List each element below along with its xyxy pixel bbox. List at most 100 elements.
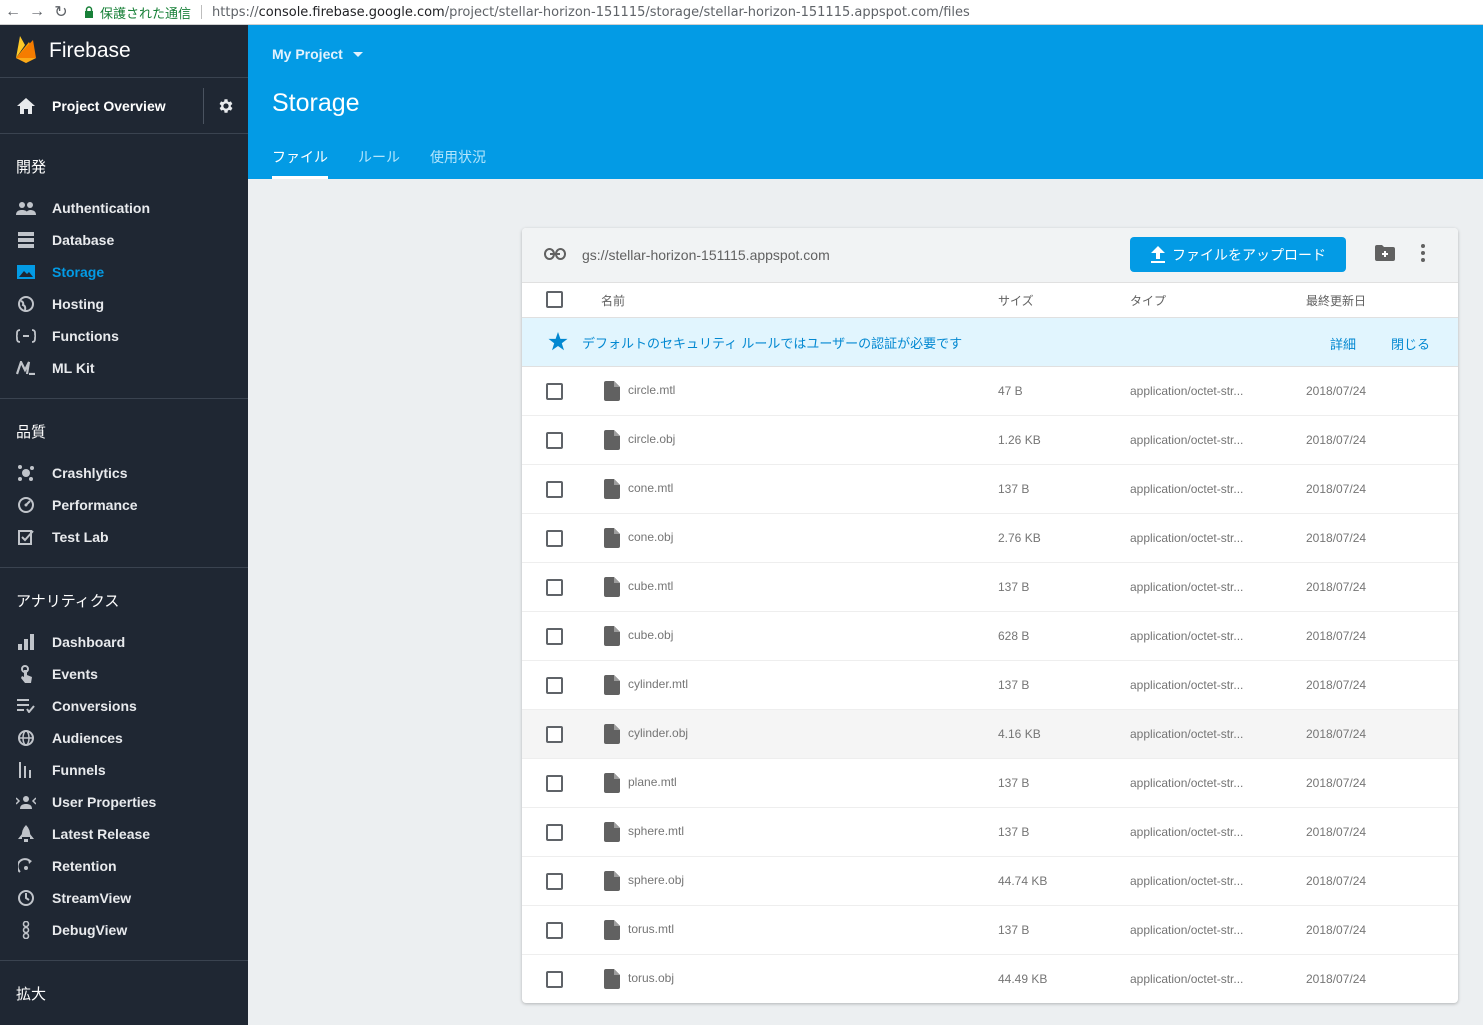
file-name[interactable]: circle.mtl [628,383,675,397]
tab-rules[interactable]: ルール [358,147,400,179]
file-size: 2.76 KB [998,531,1041,545]
file-name[interactable]: torus.obj [628,971,674,985]
file-name[interactable]: cube.mtl [628,579,673,593]
row-checkbox[interactable] [546,432,563,449]
file-name[interactable]: cone.obj [628,530,673,544]
debug-icon [0,921,52,939]
column-size[interactable]: サイズ [998,292,1034,309]
back-icon[interactable]: ← [2,1,24,23]
banner-details-link[interactable]: 詳細 [1330,334,1356,353]
row-checkbox[interactable] [546,383,563,400]
sidebar-item-user-properties[interactable]: User Properties [0,786,248,818]
sidebar-item-audiences[interactable]: Audiences [0,722,248,754]
row-checkbox[interactable] [546,726,563,743]
more-vert-icon[interactable] [1421,244,1425,267]
file-name[interactable]: sphere.mtl [628,824,684,838]
file-size: 4.16 KB [998,727,1041,741]
table-row[interactable]: cube.mtl 137 B application/octet-str... … [522,563,1458,612]
table-row[interactable]: circle.obj 1.26 KB application/octet-str… [522,416,1458,465]
row-checkbox[interactable] [546,775,563,792]
banner-close-link[interactable]: 閉じる [1391,334,1430,353]
row-checkbox[interactable] [546,922,563,939]
table-row[interactable]: circle.mtl 47 B application/octet-str...… [522,367,1458,416]
file-name[interactable]: cube.obj [628,628,673,642]
sidebar-item-conversions[interactable]: Conversions [0,690,248,722]
brand-name: Firebase [49,39,131,62]
table-row[interactable]: torus.obj 44.49 KB application/octet-str… [522,955,1458,1003]
row-checkbox[interactable] [546,579,563,596]
column-type[interactable]: タイプ [1130,292,1166,309]
column-name[interactable]: 名前 [601,292,625,309]
functions-icon [0,329,52,343]
file-icon [604,577,620,600]
file-date: 2018/07/24 [1306,923,1367,937]
file-name[interactable]: cylinder.obj [628,726,688,740]
sidebar-section-develop: 開発 Authentication Database Storage Hosti… [0,134,248,399]
user-props-icon [0,795,52,809]
table-row[interactable]: cone.mtl 137 B application/octet-str... … [522,465,1458,514]
row-checkbox[interactable] [546,873,563,890]
sidebar-item-funnels[interactable]: Funnels [0,754,248,786]
row-checkbox[interactable] [546,481,563,498]
table-row[interactable]: cylinder.obj 4.16 KB application/octet-s… [522,710,1458,759]
table-row[interactable]: cylinder.mtl 137 B application/octet-str… [522,661,1458,710]
sidebar-item-functions[interactable]: Functions [0,320,248,352]
firebase-brand[interactable]: Firebase [0,25,248,78]
sidebar-item-hosting[interactable]: Hosting [0,288,248,320]
sidebar-item-test-lab[interactable]: Test Lab [0,521,248,553]
tab-files[interactable]: ファイル [272,147,328,179]
crashlytics-icon [0,464,52,482]
sidebar-item-performance[interactable]: Performance [0,489,248,521]
storage-file-browser: gs://stellar-horizon-151115.appspot.com … [522,228,1458,1003]
table-row[interactable]: plane.mtl 137 B application/octet-str...… [522,759,1458,808]
sidebar-item-storage[interactable]: Storage [0,256,248,288]
row-checkbox[interactable] [546,530,563,547]
sidebar-item-latest-release[interactable]: Latest Release [0,818,248,850]
file-name[interactable]: circle.obj [628,432,675,446]
file-name[interactable]: sphere.obj [628,873,684,887]
sidebar-item-events[interactable]: Events [0,658,248,690]
reload-icon[interactable]: ↻ [50,1,72,23]
star-icon [548,332,568,356]
file-name[interactable]: cone.mtl [628,481,673,495]
gear-icon[interactable] [204,97,248,115]
banner-message: デフォルトのセキュリティ ルールではユーザーの認証が必要です [582,337,963,352]
table-row[interactable]: cone.obj 2.76 KB application/octet-str..… [522,514,1458,563]
file-name[interactable]: cylinder.mtl [628,677,688,691]
sidebar-item-debugview[interactable]: DebugView [0,914,248,946]
table-row[interactable]: sphere.mtl 137 B application/octet-str..… [522,808,1458,857]
select-all-checkbox[interactable] [546,291,563,308]
section-title: 開発 [16,158,47,176]
table-row[interactable]: torus.mtl 137 B application/octet-str...… [522,906,1458,955]
link-icon[interactable] [544,247,566,265]
sidebar-item-streamview[interactable]: StreamView [0,882,248,914]
sidebar-item-authentication[interactable]: Authentication [0,192,248,224]
column-modified[interactable]: 最終更新日 [1306,292,1366,309]
table-row[interactable]: sphere.obj 44.74 KB application/octet-st… [522,857,1458,906]
sidebar-item-crashlytics[interactable]: Crashlytics [0,457,248,489]
bucket-url: gs://stellar-horizon-151115.appspot.com [582,247,830,263]
row-checkbox[interactable] [546,824,563,841]
file-icon [604,920,620,943]
forward-icon[interactable]: → [26,1,48,23]
file-size: 137 B [998,776,1030,790]
upload-file-button[interactable]: ファイルをアップロード [1130,237,1346,272]
globe-icon [0,296,52,312]
project-selector[interactable]: My Project [272,46,363,62]
sidebar-item-ml-kit[interactable]: ML Kit [0,352,248,384]
sidebar-item-database[interactable]: Database [0,224,248,256]
new-folder-icon[interactable] [1375,245,1395,266]
row-checkbox[interactable] [546,971,563,988]
sidebar-item-retention[interactable]: Retention [0,850,248,882]
table-row[interactable]: cube.obj 628 B application/octet-str... … [522,612,1458,661]
file-type: application/octet-str... [1130,776,1244,790]
file-name[interactable]: torus.mtl [628,922,674,936]
file-date: 2018/07/24 [1306,874,1367,888]
project-overview[interactable]: Project Overview [0,78,248,134]
sidebar-item-dashboard[interactable]: Dashboard [0,626,248,658]
tab-usage[interactable]: 使用状況 [430,147,486,179]
address-bar[interactable]: https://console.firebase.google.com/proj… [212,5,970,20]
row-checkbox[interactable] [546,677,563,694]
row-checkbox[interactable] [546,628,563,645]
file-name[interactable]: plane.mtl [628,775,677,789]
